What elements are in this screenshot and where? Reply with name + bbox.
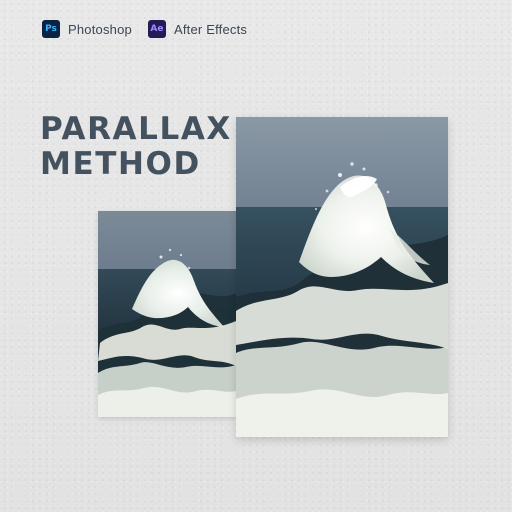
after-effects-icon: Ae bbox=[147, 20, 166, 38]
background-wave-photo bbox=[98, 211, 236, 417]
title-line-2: METHOD bbox=[40, 146, 201, 182]
page-title: PARALLAX METHOD bbox=[40, 112, 232, 182]
photoshop-label: Photoshop bbox=[68, 21, 132, 37]
after-effects-badge-text: Ae bbox=[150, 23, 164, 34]
after-effects-label: After Effects bbox=[173, 21, 248, 37]
wave-photo-front bbox=[236, 117, 448, 437]
app-badges: Ps Photoshop Ae After Effects bbox=[42, 20, 247, 38]
photoshop-app-item: Ps Photoshop bbox=[42, 20, 132, 38]
wave-photo-back bbox=[98, 211, 236, 417]
photoshop-icon: Ps bbox=[42, 20, 60, 38]
title-line-1: PARALLAX bbox=[40, 111, 232, 147]
after-effects-app-item: Ae After Effects bbox=[147, 20, 248, 38]
photoshop-badge-text: Ps bbox=[45, 23, 57, 34]
foreground-wave-photo bbox=[236, 117, 448, 437]
